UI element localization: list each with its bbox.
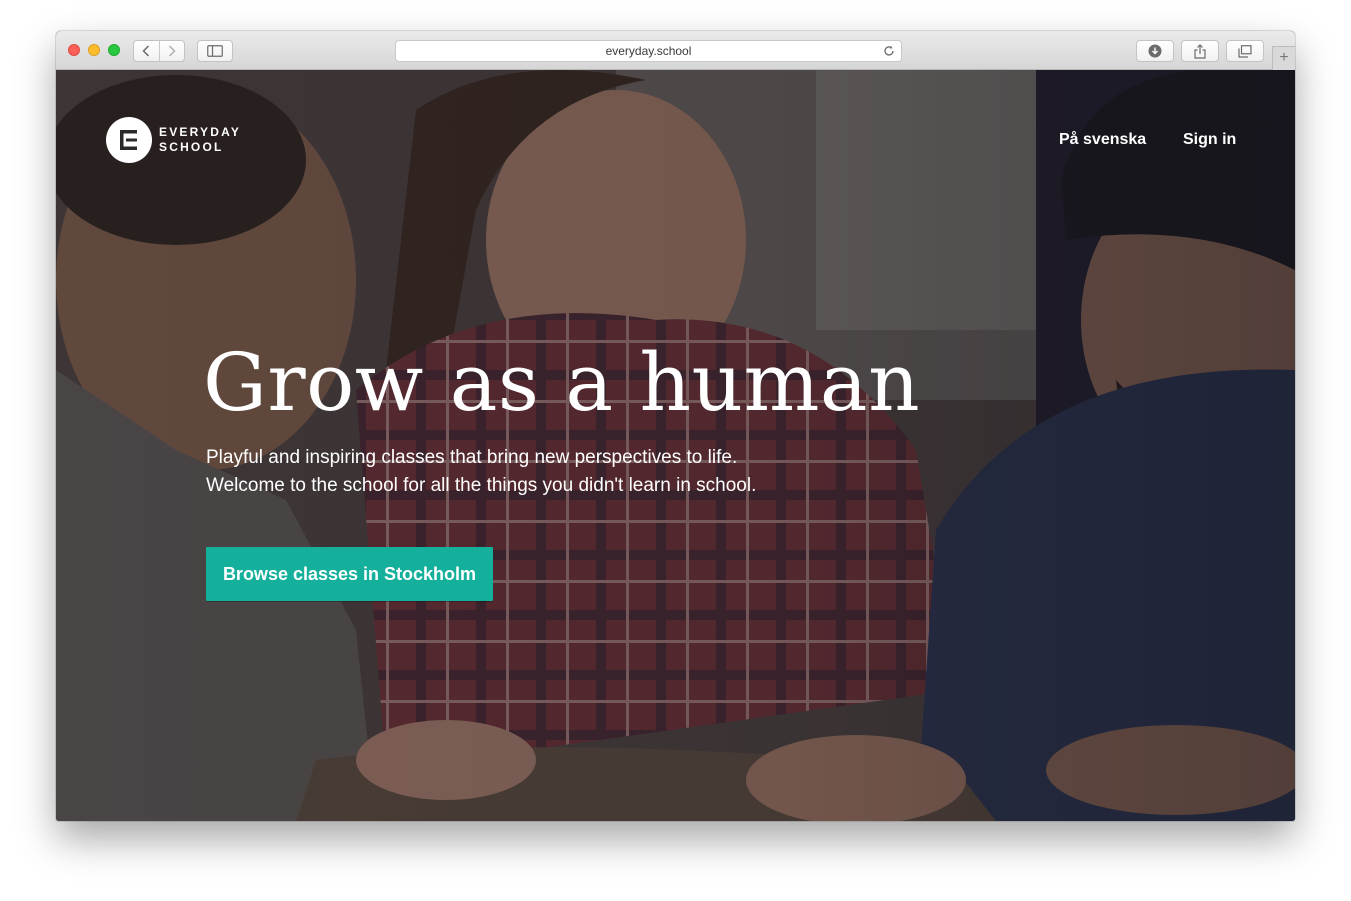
address-bar[interactable]: everyday.school — [395, 40, 902, 62]
share-button[interactable] — [1181, 40, 1219, 62]
sidebar-icon — [207, 45, 223, 57]
browser-toolbar: everyday.school + — [56, 31, 1295, 70]
close-window-button[interactable] — [68, 44, 80, 56]
browse-classes-button[interactable]: Browse classes in Stockholm — [206, 547, 493, 601]
plus-icon: + — [1279, 49, 1289, 66]
chevron-left-icon — [142, 45, 150, 57]
history-nav-group — [133, 40, 185, 62]
forward-button[interactable] — [158, 41, 184, 61]
browser-window: everyday.school + EVERYDAY SCHOOL På sve… — [56, 31, 1295, 821]
everyday-school-logo-icon — [106, 117, 152, 163]
back-button[interactable] — [134, 41, 159, 61]
minimize-window-button[interactable] — [88, 44, 100, 56]
logo-line-1: EVERYDAY — [159, 125, 242, 139]
language-swedish-link[interactable]: På svenska — [1059, 131, 1146, 149]
hero-headline: Grow as a human — [203, 336, 921, 429]
show-tabs-button[interactable] — [1226, 40, 1264, 62]
site-logo[interactable]: EVERYDAY SCHOOL — [106, 117, 241, 163]
sign-in-link[interactable]: Sign in — [1183, 131, 1236, 149]
chevron-right-icon — [168, 45, 176, 57]
logo-line-2: SCHOOL — [159, 140, 224, 154]
reload-icon[interactable] — [883, 41, 895, 63]
download-icon — [1148, 44, 1162, 58]
hero-subtitle-line-2: Welcome to the school for all the things… — [206, 475, 757, 496]
tabs-icon — [1238, 44, 1252, 58]
hero-subtitle-line-1: Playful and inspiring classes that bring… — [206, 447, 738, 468]
downloads-button[interactable] — [1136, 40, 1174, 62]
share-icon — [1194, 43, 1206, 59]
hero-subtitle: Playful and inspiring classes that bring… — [206, 444, 756, 500]
hero-section: EVERYDAY SCHOOL På svenska Sign in Grow … — [56, 70, 1295, 821]
logo-wordmark: EVERYDAY SCHOOL — [159, 125, 241, 155]
sidebar-toggle-button[interactable] — [197, 40, 233, 62]
new-tab-button[interactable]: + — [1272, 46, 1295, 70]
zoom-window-button[interactable] — [108, 44, 120, 56]
address-url: everyday.school — [605, 44, 692, 58]
